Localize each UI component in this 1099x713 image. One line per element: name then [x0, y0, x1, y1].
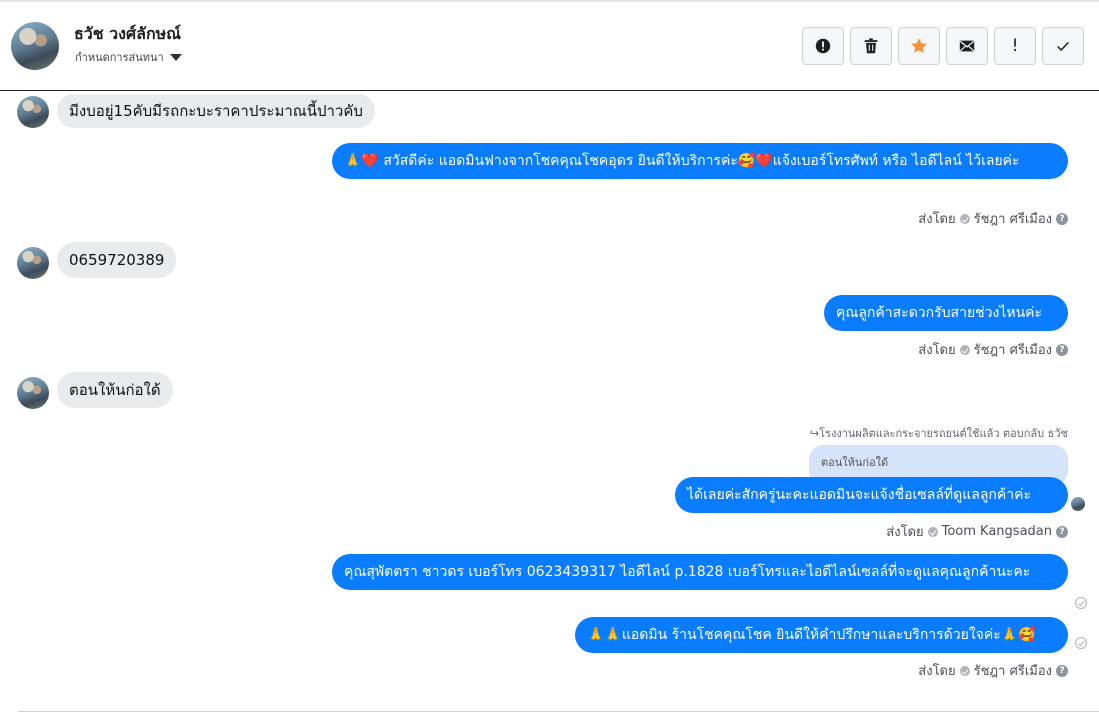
trash-icon: [864, 38, 878, 54]
help-icon[interactable]: ?: [1056, 212, 1068, 225]
delete-button[interactable]: [850, 27, 892, 65]
incoming-message[interactable]: ตอนให้นก่อใด้: [57, 372, 173, 408]
alert-circle-icon: [815, 38, 831, 54]
contact-avatar[interactable]: [11, 22, 59, 70]
header-actions: !: [802, 27, 1084, 65]
incoming-message[interactable]: 0659720389: [57, 242, 177, 278]
sent-check-icon: [959, 665, 970, 676]
sent-by-info: ส่งโดย รัชฎา ศรีเมือง ?: [918, 660, 1068, 681]
sender-avatar: [17, 247, 49, 279]
caret-down-icon: [169, 53, 182, 61]
conversation-header: ธวัช วงศ์ลักษณ์ กำหนดการสนทนา !: [0, 2, 1099, 91]
check-icon: [1057, 41, 1069, 52]
sent-by-info: ส่งโดย Toom Kangsadan ?: [886, 521, 1068, 542]
conversation-schedule[interactable]: กำหนดการสนทนา: [75, 48, 182, 66]
envelope-icon: [959, 40, 975, 52]
sent-by-label: ส่งโดย: [918, 664, 956, 679]
sent-by-label: ส่งโดย: [918, 212, 956, 227]
sent-check-icon: [959, 344, 970, 355]
star-button[interactable]: [898, 27, 940, 65]
sender-avatar: [17, 96, 49, 128]
outgoing-message[interactable]: 🙏🙏แอดมิน ร้านโชคคุณโชค ยินดีให้คำปรึกษาแ…: [575, 617, 1068, 653]
mark-unread-button[interactable]: [946, 27, 988, 65]
delivered-check-icon: [1075, 637, 1087, 649]
mark-spam-button[interactable]: [802, 27, 844, 65]
outgoing-message[interactable]: คุณสุพัตตรา ชาวดร เบอร์โทร 0623439317 ไอ…: [332, 554, 1068, 590]
sent-by-label: ส่งโดย: [918, 343, 956, 358]
sent-by-name[interactable]: รัชฎา ศรีเมือง: [974, 660, 1052, 681]
reply-context-note: ↪โรงงานผลิตและกระจายรถยนต์ใช้แล้ว ตอบกลั…: [809, 427, 1068, 440]
sent-by-name[interactable]: รัชฎา ศรีเมือง: [974, 339, 1052, 360]
help-icon[interactable]: ?: [1056, 343, 1068, 356]
composer-divider: [18, 711, 1099, 712]
exclamation-icon: !: [1011, 36, 1019, 56]
follow-up-button[interactable]: !: [994, 27, 1036, 65]
contact-name[interactable]: ธวัช วงศ์ลักษณ์: [74, 22, 181, 47]
sent-check-icon: [927, 526, 938, 537]
outgoing-message[interactable]: 🙏❤️ สวัสดีค่ะ แอดมินฟางจากโชคคุณโชคอุดร …: [332, 143, 1068, 179]
sent-by-info: ส่งโดย รัชฎา ศรีเมือง ?: [918, 208, 1068, 229]
mark-done-button[interactable]: [1042, 27, 1084, 65]
sent-by-name[interactable]: รัชฎา ศรีเมือง: [974, 208, 1052, 229]
outgoing-message[interactable]: ได้เลยค่ะสักครู่นะคะแอดมินจะแจ้งชื่อเซลล…: [675, 477, 1068, 513]
outgoing-message[interactable]: คุณลูกค้าสะดวกรับสายช่วงไหนค่ะ: [824, 295, 1068, 331]
delivered-check-icon: [1075, 597, 1087, 609]
conversation-schedule-label: กำหนดการสนทนา: [75, 51, 164, 64]
sender-avatar: [17, 377, 49, 409]
seen-by-avatar: [1071, 497, 1085, 511]
message-thread: มีงบอยู่15คับมีรถกะบะราคาประมาณนี้ปาวคับ…: [0, 91, 1099, 713]
help-icon[interactable]: ?: [1056, 525, 1068, 538]
sent-by-info: ส่งโดย รัชฎา ศรีเมือง ?: [918, 339, 1068, 360]
incoming-message[interactable]: มีงบอยู่15คับมีรถกะบะราคาประมาณนี้ปาวคับ: [57, 94, 375, 128]
sent-by-name[interactable]: Toom Kangsadan: [942, 524, 1052, 539]
star-icon: [911, 38, 927, 53]
help-icon[interactable]: ?: [1056, 664, 1068, 677]
sent-by-label: ส่งโดย: [886, 525, 924, 540]
sent-check-icon: [959, 213, 970, 224]
